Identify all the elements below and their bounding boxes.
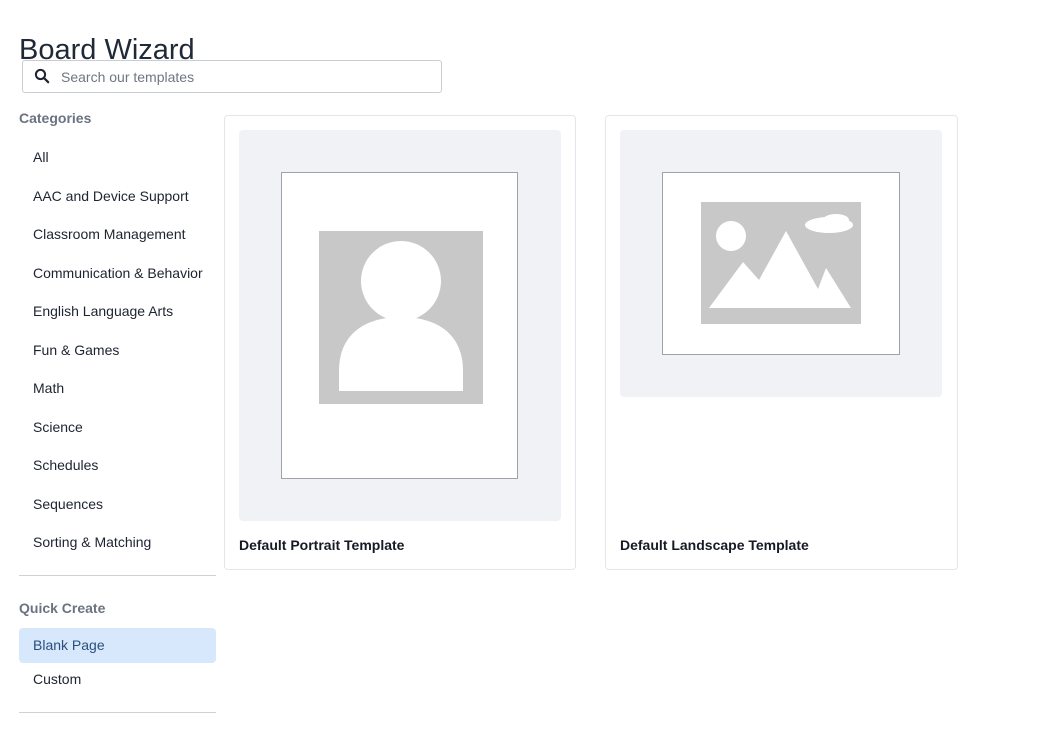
categories-heading: Categories bbox=[19, 110, 92, 126]
sidebar-divider bbox=[19, 575, 216, 576]
category-sorting-matching[interactable]: Sorting & Matching bbox=[19, 527, 216, 557]
person-placeholder-icon bbox=[319, 231, 483, 404]
category-classroom-management[interactable]: Classroom Management bbox=[19, 219, 216, 249]
category-sequences[interactable]: Sequences bbox=[19, 489, 216, 519]
quick-create-heading: Quick Create bbox=[19, 600, 106, 616]
category-all[interactable]: All bbox=[19, 142, 216, 172]
template-card-portrait[interactable]: Default Portrait Template bbox=[224, 115, 576, 570]
template-thumbnail bbox=[239, 130, 561, 521]
template-label: Default Portrait Template bbox=[239, 537, 405, 553]
page-preview bbox=[662, 172, 900, 355]
search-icon bbox=[34, 68, 50, 84]
category-fun-games[interactable]: Fun & Games bbox=[19, 335, 216, 365]
category-communication-behavior[interactable]: Communication & Behavior bbox=[19, 258, 216, 288]
template-thumbnail bbox=[620, 130, 942, 397]
template-card-landscape[interactable]: Default Landscape Template bbox=[605, 115, 958, 570]
quick-create-blank-page[interactable]: Blank Page bbox=[19, 628, 216, 663]
category-math[interactable]: Math bbox=[19, 373, 216, 403]
search-box[interactable] bbox=[22, 60, 442, 93]
sidebar-divider bbox=[19, 712, 216, 713]
quick-create-custom[interactable]: Custom bbox=[19, 664, 216, 694]
category-aac-and-device-support[interactable]: AAC and Device Support bbox=[19, 181, 216, 211]
image-placeholder-icon bbox=[701, 202, 861, 324]
category-english-language-arts[interactable]: English Language Arts bbox=[19, 296, 216, 326]
template-label: Default Landscape Template bbox=[620, 537, 809, 553]
search-input[interactable] bbox=[61, 61, 431, 92]
category-science[interactable]: Science bbox=[19, 412, 216, 442]
page-preview bbox=[281, 172, 518, 479]
category-schedules[interactable]: Schedules bbox=[19, 450, 216, 480]
